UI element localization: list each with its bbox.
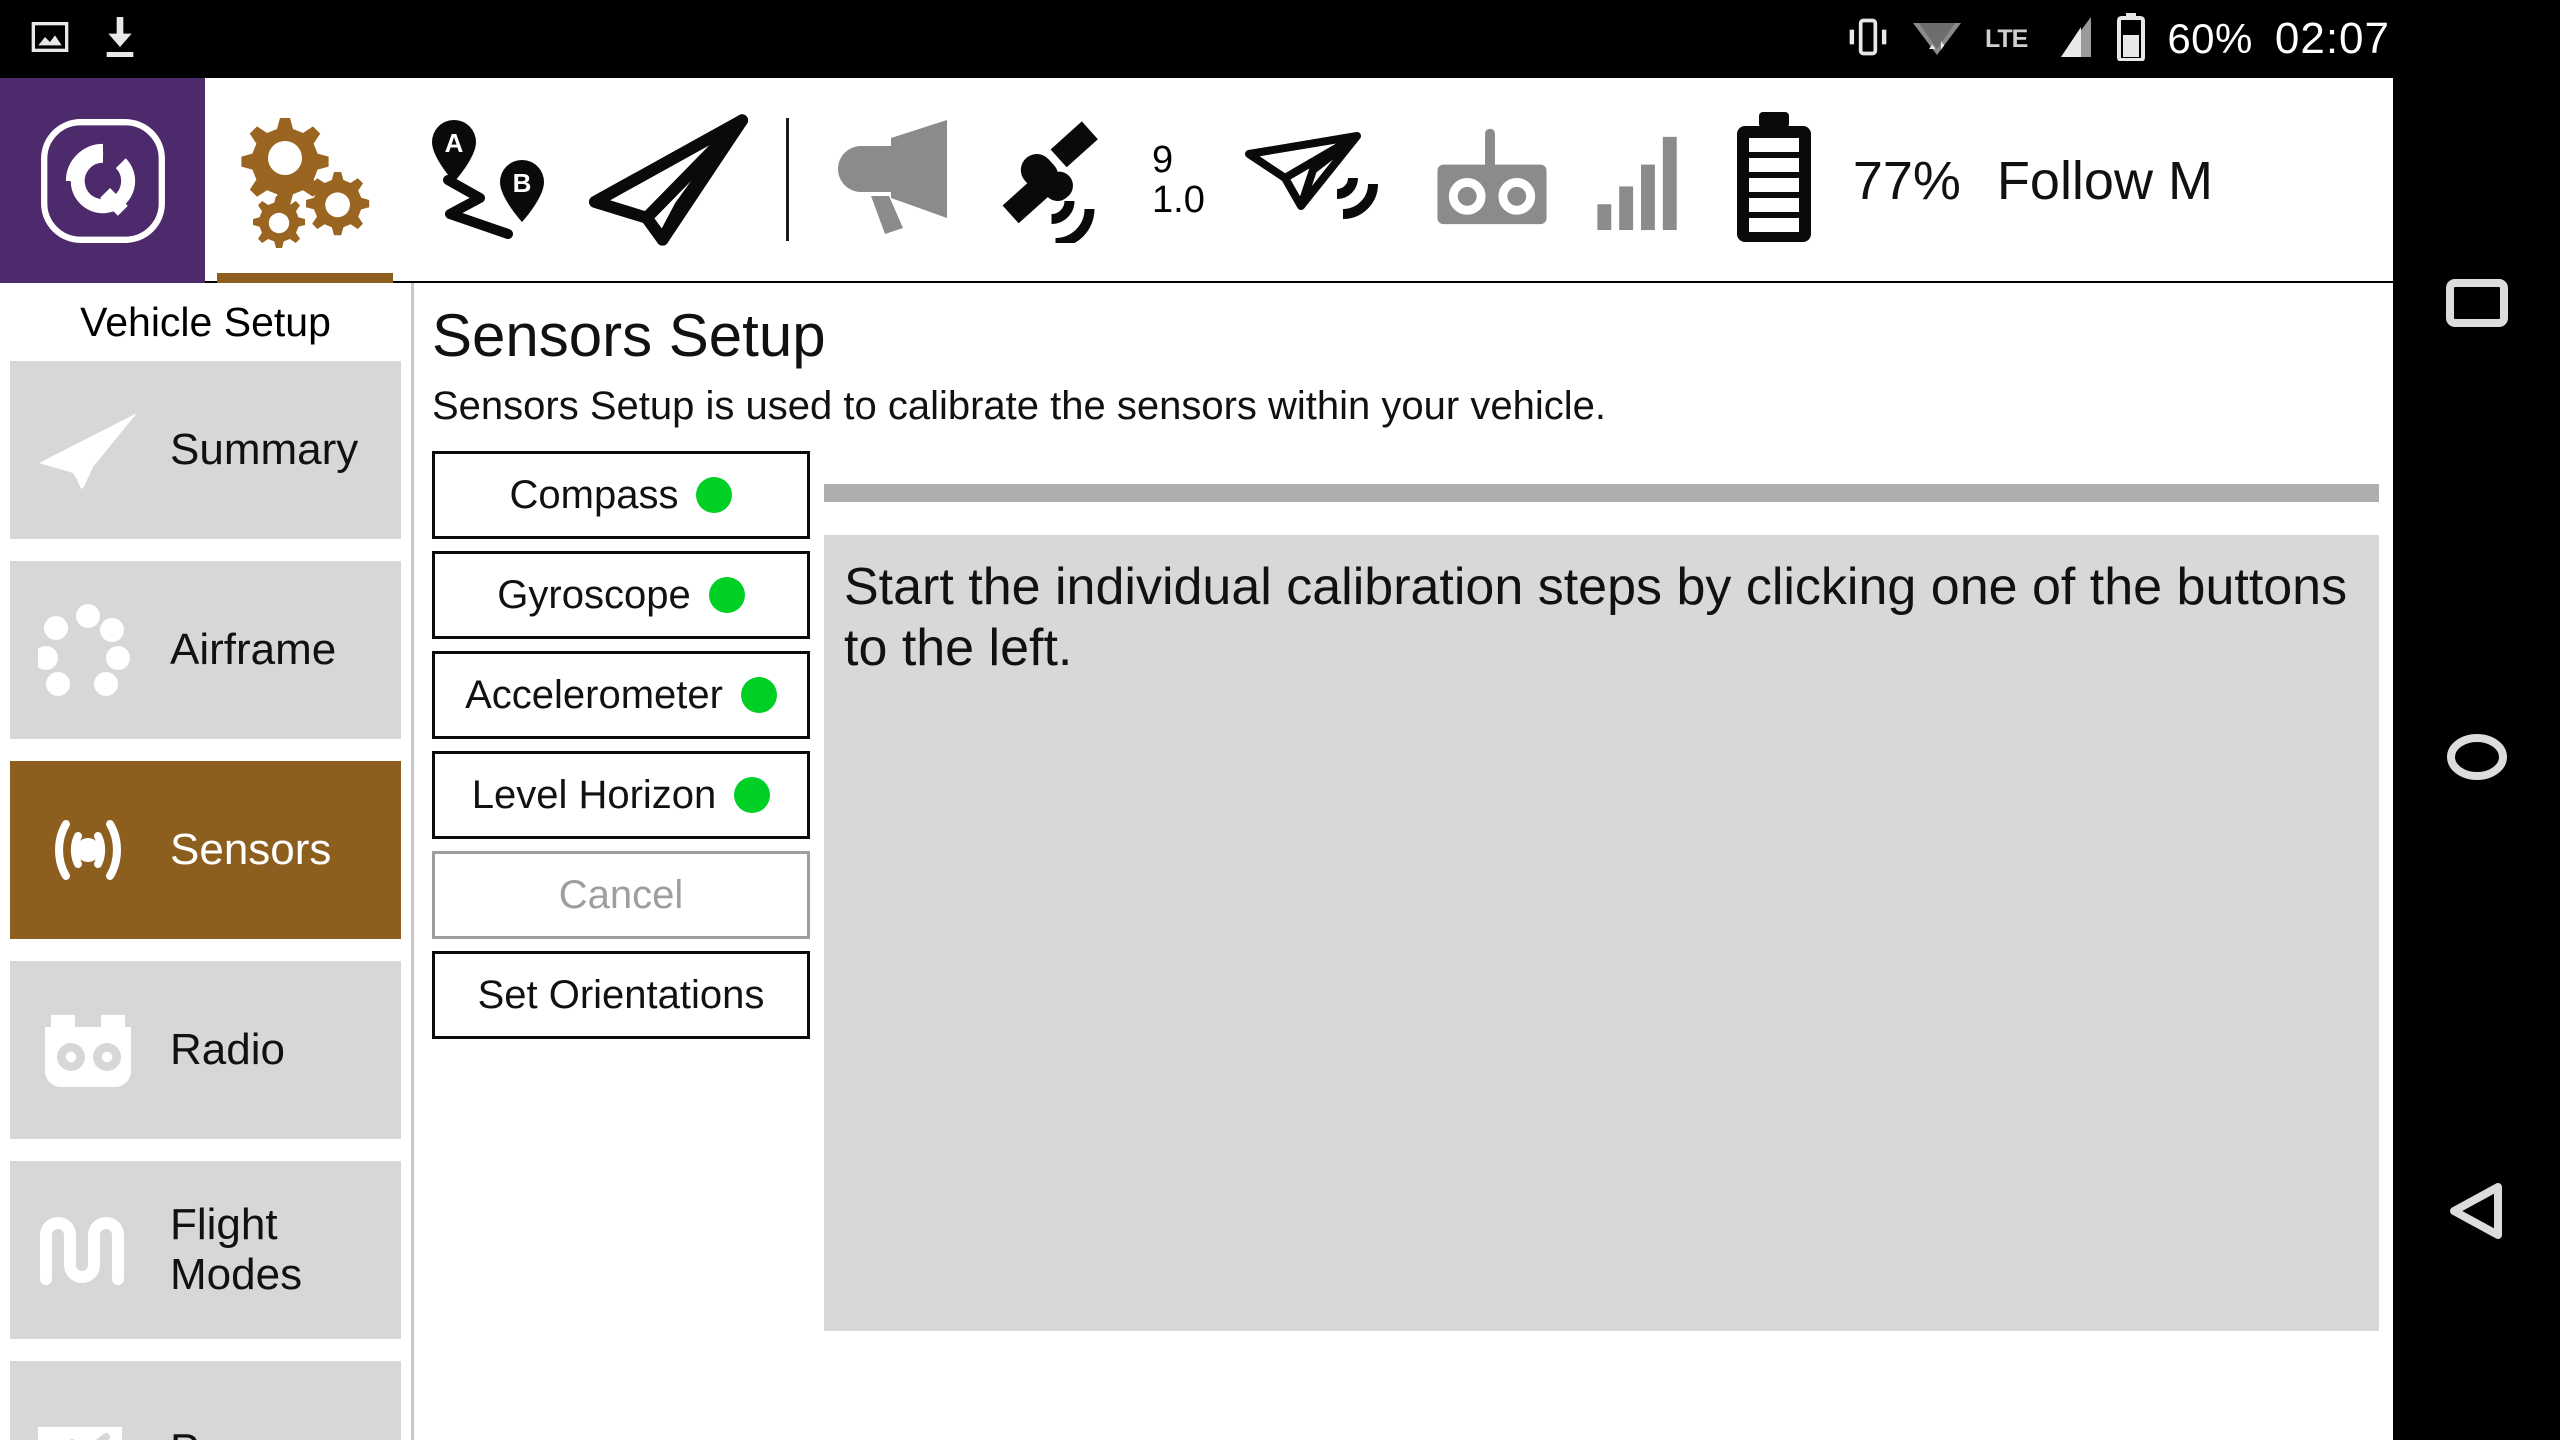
battery-full-icon xyxy=(1729,108,1819,253)
battery-percent-value: 77% xyxy=(1852,150,1961,211)
back-button[interactable] xyxy=(2393,986,2560,1440)
compass-calibration-button[interactable]: Compass xyxy=(432,451,810,539)
square-icon xyxy=(2445,278,2508,332)
sensors-setup-panel: Sensors Setup Sensors Setup is used to c… xyxy=(414,283,2393,1440)
battery-icon xyxy=(2117,12,2146,66)
cancel-button: Cancel xyxy=(432,851,810,939)
toolbar-flight-mode[interactable]: Follow M xyxy=(1979,78,2231,283)
recents-button[interactable] xyxy=(2393,78,2560,532)
paper-plane-icon xyxy=(583,108,758,253)
button-label: Accelerometer xyxy=(465,672,723,717)
circle-icon xyxy=(2445,733,2509,786)
calibration-button-column: Compass Gyroscope Accelerometer Level Ho… xyxy=(432,451,810,1331)
android-status-bar: LTE 60% 02:07 xyxy=(0,0,2560,78)
status-bar-clock: 02:07 xyxy=(2274,14,2390,63)
status-bar-left-icons xyxy=(0,15,140,64)
plan-waypoints-icon: A B xyxy=(418,108,558,253)
battery-power-icon xyxy=(28,1402,148,1440)
gps-hdop-value: 1.0 xyxy=(1152,178,1205,221)
svg-text:A: A xyxy=(444,128,463,158)
gps-values: 9 1.0 xyxy=(1152,138,1205,221)
cellular-signal-icon xyxy=(2049,15,2095,64)
megaphone-icon xyxy=(823,118,963,243)
vehicle-setup-sidebar: Vehicle Setup Summary Airframe Sensors R… xyxy=(0,283,414,1440)
button-label: Compass xyxy=(509,472,679,517)
sidebar-item-radio[interactable]: Radio xyxy=(10,961,401,1139)
toolbar-indicator-rssi[interactable] xyxy=(1575,78,1711,283)
toolbar-indicator-battery[interactable]: 77% xyxy=(1711,78,1979,283)
satellite-icon xyxy=(999,113,1144,248)
status-dot-green xyxy=(740,677,777,713)
status-dot-green xyxy=(708,577,745,613)
set-orientations-button[interactable]: Set Orientations xyxy=(432,951,810,1039)
gears-icon xyxy=(230,108,380,253)
toolbar-indicator-telemetry[interactable] xyxy=(1223,78,1409,283)
toolbar-indicator-messages[interactable] xyxy=(805,78,981,283)
qgroundcontrol-app-window: A B 9 1.0 77% Follow M Vehicle Setup Sum… xyxy=(0,78,2393,1440)
sidebar-item-label: Sensors xyxy=(170,825,332,874)
sidebar-item-sensors[interactable]: Sensors xyxy=(10,761,401,939)
svg-text:B: B xyxy=(512,168,531,198)
toolbar-divider xyxy=(786,118,789,241)
wifi-icon xyxy=(1911,15,1963,64)
level-horizon-calibration-button[interactable]: Level Horizon xyxy=(432,751,810,839)
accelerometer-calibration-button[interactable]: Accelerometer xyxy=(432,651,810,739)
download-icon xyxy=(100,15,140,64)
status-dot-green xyxy=(696,477,733,513)
battery-percent-label: 60% xyxy=(2167,15,2253,62)
button-label: Set Orientations xyxy=(477,972,765,1017)
sidebar-item-label: Power xyxy=(170,1425,295,1440)
sidebar-item-label: Radio xyxy=(170,1025,285,1074)
page-description: Sensors Setup is used to calibrate the s… xyxy=(432,384,1606,428)
instruction-text: Start the individual calibration steps b… xyxy=(844,558,2348,677)
sidebar-item-airframe[interactable]: Airframe xyxy=(10,561,401,739)
page-title: Sensors Setup xyxy=(432,302,826,369)
lte-icon: LTE xyxy=(1984,24,2028,53)
button-label: Level Horizon xyxy=(471,772,717,817)
signal-bars-icon xyxy=(1593,121,1693,241)
status-bar-right-icons: LTE 60% 02:07 xyxy=(1847,12,2560,66)
sidebar-item-power[interactable]: Power xyxy=(10,1361,401,1440)
sidebar-item-flight-modes[interactable]: Flight Modes xyxy=(10,1161,401,1339)
qgroundcontrol-logo[interactable] xyxy=(0,78,205,283)
toolbar-tab-vehicle-setup[interactable] xyxy=(205,78,405,283)
sidebar-item-label: Flight Modes xyxy=(170,1200,303,1299)
toolbar-indicator-gps[interactable]: 9 1.0 xyxy=(981,78,1223,283)
flight-modes-icon xyxy=(28,1202,148,1298)
active-tab-indicator xyxy=(217,273,393,283)
calibration-progress xyxy=(824,451,2379,535)
sidebar-item-label: Summary xyxy=(170,425,359,474)
rc-controller-icon xyxy=(1427,121,1557,241)
progress-bar-track xyxy=(824,484,2379,502)
toolbar-tab-plan[interactable]: A B xyxy=(405,78,570,283)
android-navigation-bar xyxy=(2393,78,2560,1440)
flight-mode-label: Follow M xyxy=(1996,150,2213,211)
sensors-content: Compass Gyroscope Accelerometer Level Ho… xyxy=(432,451,2393,1331)
button-label: Gyroscope xyxy=(497,572,691,617)
sidebar-item-label: Airframe xyxy=(170,625,337,674)
airframe-dots-icon xyxy=(28,602,148,698)
gyroscope-calibration-button[interactable]: Gyroscope xyxy=(432,551,810,639)
instruction-panel: Start the individual calibration steps b… xyxy=(824,535,2379,1331)
status-dot-green xyxy=(734,777,771,813)
paper-plane-icon xyxy=(28,402,148,498)
home-button[interactable] xyxy=(2393,532,2560,986)
toolbar-indicator-rc[interactable] xyxy=(1409,78,1575,283)
setup-body: Vehicle Setup Summary Airframe Sensors R… xyxy=(0,283,2393,1440)
qgc-toolbar: A B 9 1.0 77% Follow M xyxy=(0,78,2393,283)
sidebar-item-summary[interactable]: Summary xyxy=(10,361,401,539)
telemetry-link-icon xyxy=(1241,118,1391,243)
calibration-status-column: Start the individual calibration steps b… xyxy=(824,451,2393,1331)
vibrate-icon xyxy=(1847,15,1889,64)
triangle-left-icon xyxy=(2446,1181,2508,1246)
gps-satellite-count: 9 xyxy=(1152,138,1174,181)
rc-controller-icon xyxy=(28,1002,148,1098)
screen: LTE 60% 02:07 A B 9 1.0 77% Follow M Veh… xyxy=(0,0,2560,1440)
toolbar-tab-fly[interactable] xyxy=(570,78,770,283)
screenshot-image-icon xyxy=(30,17,70,62)
button-label: Cancel xyxy=(558,872,684,917)
sensors-waves-icon xyxy=(28,802,148,898)
sidebar-title: Vehicle Setup xyxy=(80,298,331,345)
